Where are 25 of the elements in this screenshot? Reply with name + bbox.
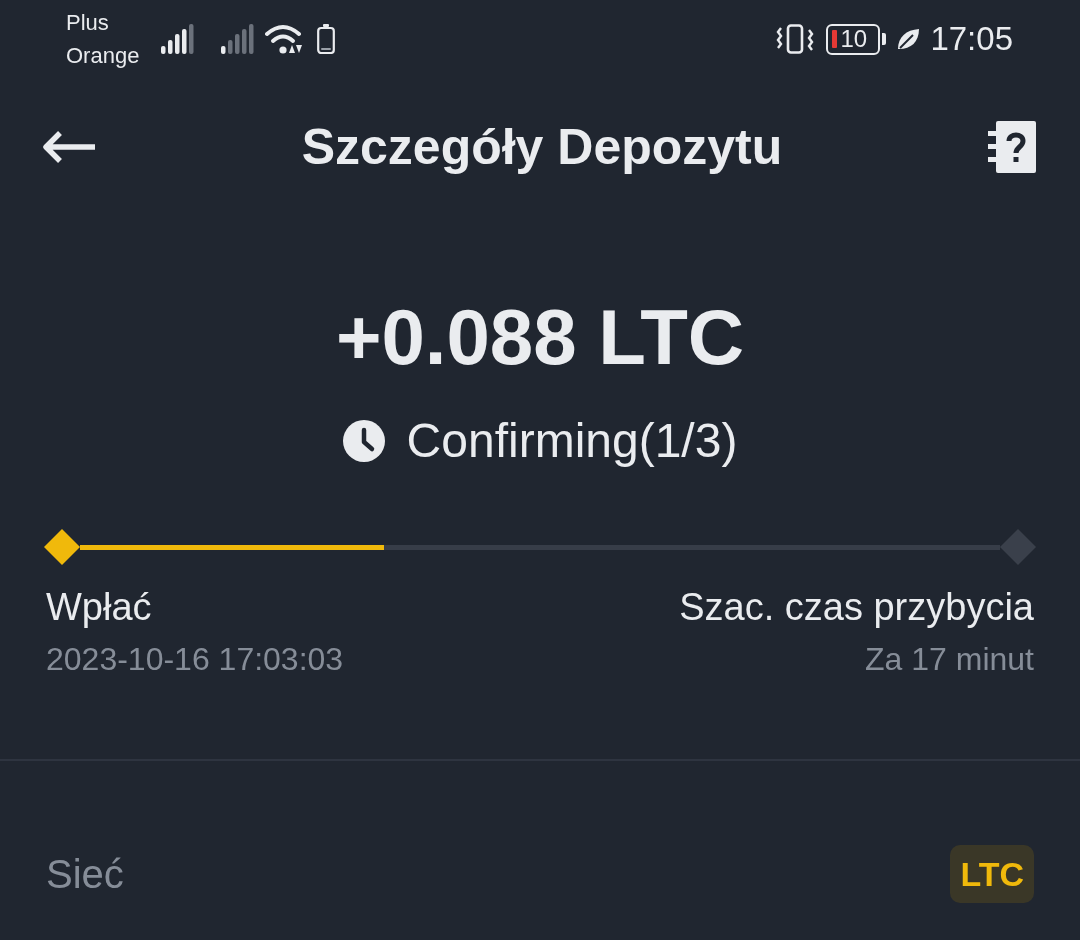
- network-tag: LTC: [950, 845, 1034, 903]
- signal-icon: [161, 24, 196, 54]
- battery-terminal-icon: [882, 33, 887, 45]
- clock-icon: [342, 420, 385, 462]
- vibrate-icon: [775, 24, 816, 54]
- deposit-amount: +0.088 LTC: [335, 292, 745, 383]
- leaf-icon: [896, 28, 921, 50]
- carrier-name: Orange: [66, 42, 140, 70]
- back-arrow-icon: [40, 129, 96, 165]
- signal-icon: [221, 24, 256, 54]
- step-detail: 2023-10-16 17:03:03: [46, 640, 344, 679]
- battery-level-indicator: 10: [826, 23, 881, 55]
- carrier-name: Plus: [66, 9, 110, 37]
- step-label: Szac. czas przybycia: [679, 585, 1034, 629]
- back-button[interactable]: [40, 129, 96, 165]
- status-text: Confirming(1/3): [406, 413, 738, 469]
- help-icon: [988, 121, 1036, 173]
- page-title: Szczegóły Depozytu: [301, 118, 783, 176]
- battery-outline-icon: [317, 24, 336, 54]
- wifi-icon: [265, 24, 304, 54]
- status-time: 17:05: [930, 20, 1013, 58]
- detail-label: Sieć: [46, 851, 124, 897]
- help-button[interactable]: [988, 121, 1036, 173]
- step-detail: Za 17 minut: [865, 640, 1034, 679]
- step-label: Wpłać: [46, 585, 152, 629]
